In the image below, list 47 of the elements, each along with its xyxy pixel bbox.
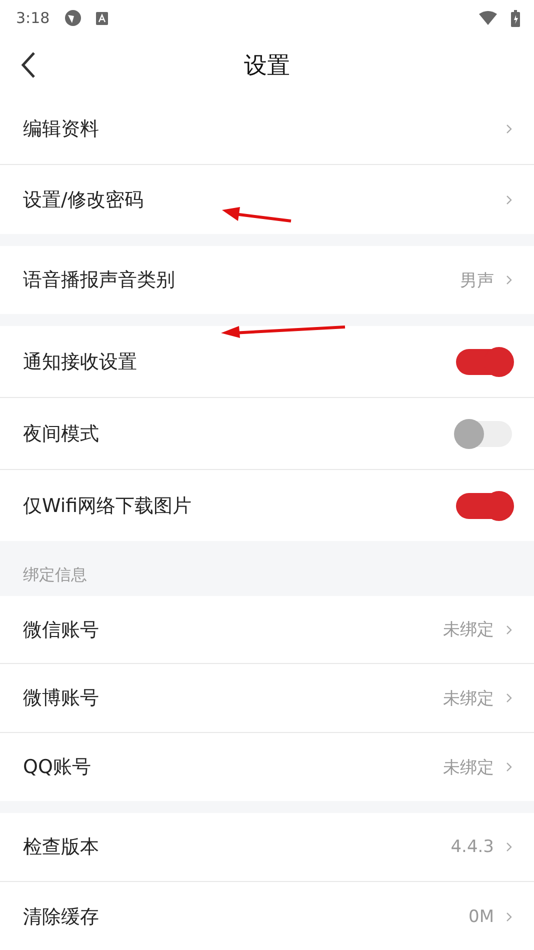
toggle-switch[interactable] [456, 420, 512, 446]
status-time: 3:18 [16, 9, 50, 27]
sync-icon [64, 9, 82, 27]
section-title: 绑定信息 [23, 565, 87, 586]
row-value: 未绑定 [443, 688, 494, 710]
row-label: 设置/修改密码 [23, 188, 144, 212]
page-title: 设置 [244, 52, 290, 80]
chevron-icon [506, 762, 512, 772]
settings-row[interactable]: 清除缓存 0M [0, 881, 534, 950]
arrow-annotation [221, 206, 293, 224]
row-value: 未绑定 [443, 619, 494, 641]
row-value: 男声 [460, 270, 494, 292]
row-value: 4.4.3 [450, 837, 494, 857]
toggle-switch[interactable] [456, 492, 512, 518]
toggle-switch[interactable] [456, 348, 512, 374]
row-label: 语音播报声音类别 [23, 268, 176, 293]
row-label: 夜间模式 [23, 422, 100, 446]
row-label: 编辑资料 [23, 117, 100, 142]
back-icon[interactable] [20, 51, 36, 79]
row-label: 仅Wifi网络下载图片 [23, 494, 193, 518]
settings-row[interactable]: 夜间模式 [0, 397, 534, 469]
settings-row[interactable]: QQ账号 未绑定 [0, 732, 534, 801]
row-value: 0M [468, 907, 494, 927]
row-label: 微博账号 [23, 686, 100, 711]
battery-icon [511, 10, 520, 26]
settings-row[interactable]: 语音播报声音类别 男声 [0, 246, 534, 314]
chevron-icon [506, 624, 512, 634]
row-label: 检查版本 [23, 835, 100, 860]
settings-row[interactable]: 仅Wifi网络下载图片 [0, 469, 534, 541]
chevron-icon [506, 842, 512, 852]
chevron-icon [506, 912, 512, 922]
chevron-icon [506, 693, 512, 703]
chevron-icon [506, 124, 512, 134]
chevron-icon [506, 275, 512, 285]
settings-row[interactable]: 微信账号 未绑定 [0, 596, 534, 663]
row-label: 通知接收设置 [23, 350, 138, 374]
row-label: 清除缓存 [23, 905, 100, 930]
keyboard-icon [96, 12, 108, 24]
row-value: 未绑定 [443, 756, 494, 778]
settings-row[interactable]: 编辑资料 [0, 94, 534, 164]
wifi-icon [479, 11, 497, 25]
row-label: 微信账号 [23, 618, 100, 642]
settings-row[interactable]: 检查版本 4.4.3 [0, 813, 534, 881]
chevron-icon [506, 194, 512, 204]
settings-row[interactable]: 微博账号 未绑定 [0, 663, 534, 732]
row-label: QQ账号 [23, 755, 92, 780]
settings-row[interactable]: 通知接收设置 [0, 326, 534, 397]
